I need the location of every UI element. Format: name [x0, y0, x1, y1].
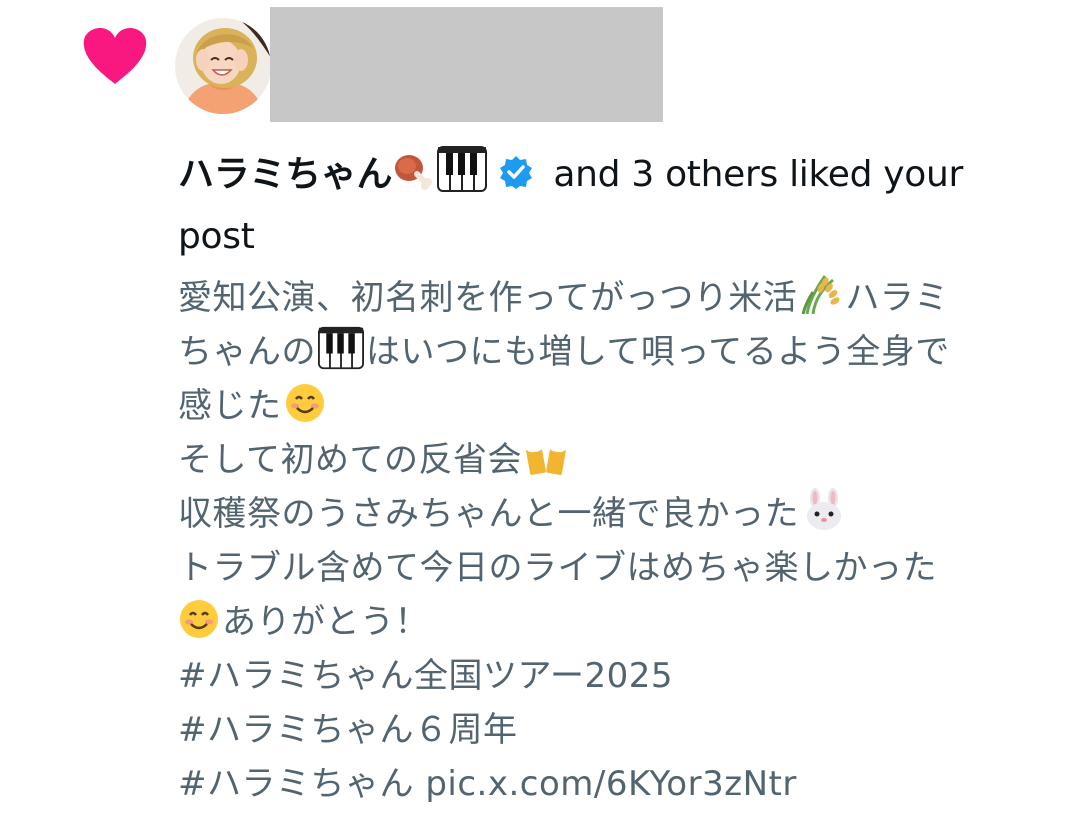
post-line: ちゃんの はいつにも増して唄ってるよう全身で	[178, 325, 1068, 379]
hashtag-line: #ハラミちゃん pic.x.com/6KYor3zNtr	[178, 757, 1068, 811]
post-line-text: そして初めての反省会	[178, 440, 522, 480]
post-line: 収穫祭のうさみちゃんと一緒で良かった	[178, 487, 1068, 541]
hashtag-line: #ハラミちゃん全国ツアー2025	[178, 649, 1068, 703]
meat-on-bone-emoji	[393, 150, 435, 209]
media-link[interactable]: pic.x.com/6KYor3zNtr	[425, 764, 797, 804]
post-line-text: 収穫祭のうさみちゃんと一緒で良かった	[178, 494, 799, 534]
post-line-text: 感じた	[178, 386, 282, 426]
rice-plant-emoji	[799, 272, 843, 332]
post-line-text: ちゃんの	[178, 332, 316, 372]
piano-keys-emoji	[318, 326, 364, 386]
post-line: ありがとう！	[178, 595, 1068, 649]
notification-headline: ハラミちゃん and 3 others liked your post	[178, 146, 1058, 265]
heart-icon	[83, 28, 147, 84]
hashtag-link[interactable]: #ハラミちゃん全国ツアー2025	[178, 656, 673, 696]
avatar-image	[175, 18, 271, 114]
post-line-text: トラブル含めて今日のライブはめちゃ楽しかった	[178, 548, 937, 588]
post-line: そして初めての反省会	[178, 433, 1068, 487]
rabbit-face-emoji	[801, 488, 847, 548]
avatar[interactable]	[175, 18, 271, 114]
redacted-image	[270, 7, 663, 122]
beer-mugs-emoji	[524, 436, 570, 494]
hashtag-line: #ハラミちゃん６周年	[178, 703, 1068, 757]
post-line-text: はいつにも増して唄ってるよう全身で	[366, 332, 950, 372]
hashtag-link[interactable]: #ハラミちゃん６周年	[178, 710, 518, 750]
post-line: トラブル含めて今日のライブはめちゃ楽しかった	[178, 541, 1068, 595]
like-notification[interactable]: ハラミちゃん and 3 others liked your post 愛知公演…	[0, 0, 1088, 813]
piano-keys-emoji	[437, 146, 488, 209]
post-line: 愛知公演、初名刺を作ってがっつり米活 ハラミ	[178, 271, 1068, 325]
verified-badge-icon	[498, 151, 534, 207]
action-text-line1: and 3 others liked your	[542, 154, 964, 195]
hashtag-link[interactable]: #ハラミちゃん	[178, 764, 414, 804]
post-line-text: ありがとう！	[222, 602, 429, 642]
smiling-face-emoji	[284, 382, 326, 440]
post-line-text: ハラミ	[845, 278, 949, 318]
post-line-text: 愛知公演、初名刺を作ってがっつり米活	[178, 278, 798, 318]
post-text[interactable]: 愛知公演、初名刺を作ってがっつり米活 ハラミ ちゃんの はいつにも増して唄ってる…	[178, 271, 1068, 811]
post-line: 感じた	[178, 379, 1068, 433]
action-text-line2: post	[178, 216, 255, 257]
smiling-face-emoji	[178, 598, 220, 656]
username[interactable]: ハラミちゃん	[178, 154, 393, 195]
